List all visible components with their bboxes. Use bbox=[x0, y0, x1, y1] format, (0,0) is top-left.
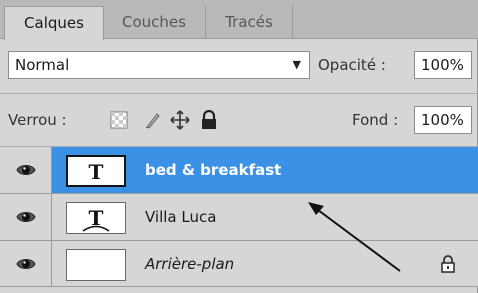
visibility-toggle[interactable] bbox=[0, 194, 52, 240]
opacity-label: Opacité : bbox=[318, 56, 386, 74]
lock-transparent-pixels-icon[interactable] bbox=[110, 111, 128, 129]
warp-arc-icon bbox=[82, 225, 110, 232]
eye-icon bbox=[16, 212, 36, 222]
blend-opacity-row: Normal ▼ Opacité : 100% bbox=[0, 39, 478, 94]
lock-label: Verrou : bbox=[8, 111, 67, 129]
layer-name[interactable]: Villa Luca bbox=[145, 194, 216, 240]
layer-thumbnail-blank bbox=[66, 249, 126, 281]
visibility-toggle[interactable] bbox=[0, 147, 52, 193]
blend-mode-value: Normal bbox=[15, 56, 70, 74]
opacity-input[interactable]: 100% bbox=[414, 51, 472, 79]
layer-thumbnail: T bbox=[66, 155, 126, 187]
tab-calques[interactable]: Calques bbox=[4, 6, 104, 40]
blend-mode-select[interactable]: Normal ▼ bbox=[8, 51, 310, 79]
tab-couches[interactable]: Couches bbox=[103, 6, 206, 38]
eye-icon bbox=[16, 259, 36, 269]
layer-name[interactable]: Arrière-plan bbox=[145, 241, 234, 287]
lock-image-pixels-icon[interactable] bbox=[144, 111, 162, 129]
visibility-toggle[interactable] bbox=[0, 241, 52, 287]
fill-input[interactable]: 100% bbox=[414, 106, 472, 134]
annotation-arrow bbox=[308, 202, 401, 272]
chevron-down-icon: ▼ bbox=[292, 58, 301, 71]
fill-label: Fond : bbox=[352, 111, 399, 129]
layer-lock-icon bbox=[441, 255, 455, 273]
lock-all-icon[interactable] bbox=[200, 109, 218, 129]
layer-row-bed-breakfast[interactable]: T bed & breakfast bbox=[0, 147, 478, 194]
layer-thumbnail-warped-text: T bbox=[66, 202, 126, 234]
lock-position-icon[interactable] bbox=[170, 110, 190, 130]
eye-icon bbox=[16, 165, 36, 175]
tab-traces[interactable]: Tracés bbox=[206, 6, 293, 38]
lock-fill-row: Verrou : Fond: 100% bbox=[0, 94, 478, 147]
panel-tabbar: Calques Couches Tracés bbox=[0, 0, 478, 40]
layers-panel: Calques Couches Tracés Normal ▼ Opacité … bbox=[0, 0, 478, 293]
layer-name[interactable]: bed & breakfast bbox=[145, 147, 281, 193]
